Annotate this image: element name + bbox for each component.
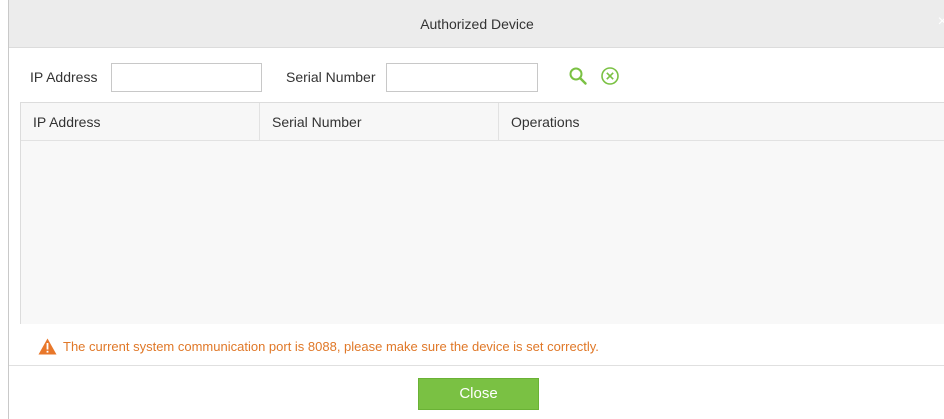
column-header-serial-number[interactable]: Serial Number	[260, 103, 499, 141]
clear-circle-icon[interactable]	[600, 66, 620, 86]
device-table: IP Address Serial Number Operations	[20, 102, 944, 324]
footer-divider	[9, 365, 944, 366]
dialog-title: Authorized Device	[420, 16, 534, 32]
ip-address-label: IP Address	[30, 69, 98, 85]
table-header: IP Address Serial Number Operations	[21, 103, 944, 141]
port-warning: The current system communication port is…	[38, 336, 599, 356]
warning-triangle-icon	[38, 338, 57, 354]
close-icon[interactable]: ×	[938, 14, 944, 30]
column-header-ip-address[interactable]: IP Address	[21, 103, 260, 141]
search-icon[interactable]	[568, 66, 588, 86]
table-body	[21, 141, 944, 324]
dialog-titlebar: Authorized Device ×	[9, 0, 944, 48]
serial-number-input[interactable]	[386, 63, 538, 92]
close-button[interactable]: Close	[418, 378, 539, 410]
column-header-operations: Operations	[511, 114, 580, 130]
ip-address-input[interactable]	[111, 63, 262, 92]
warning-text: The current system communication port is…	[63, 338, 599, 354]
authorized-device-dialog: Authorized Device × IP Address Serial Nu…	[8, 0, 944, 419]
serial-number-label: Serial Number	[286, 69, 376, 85]
